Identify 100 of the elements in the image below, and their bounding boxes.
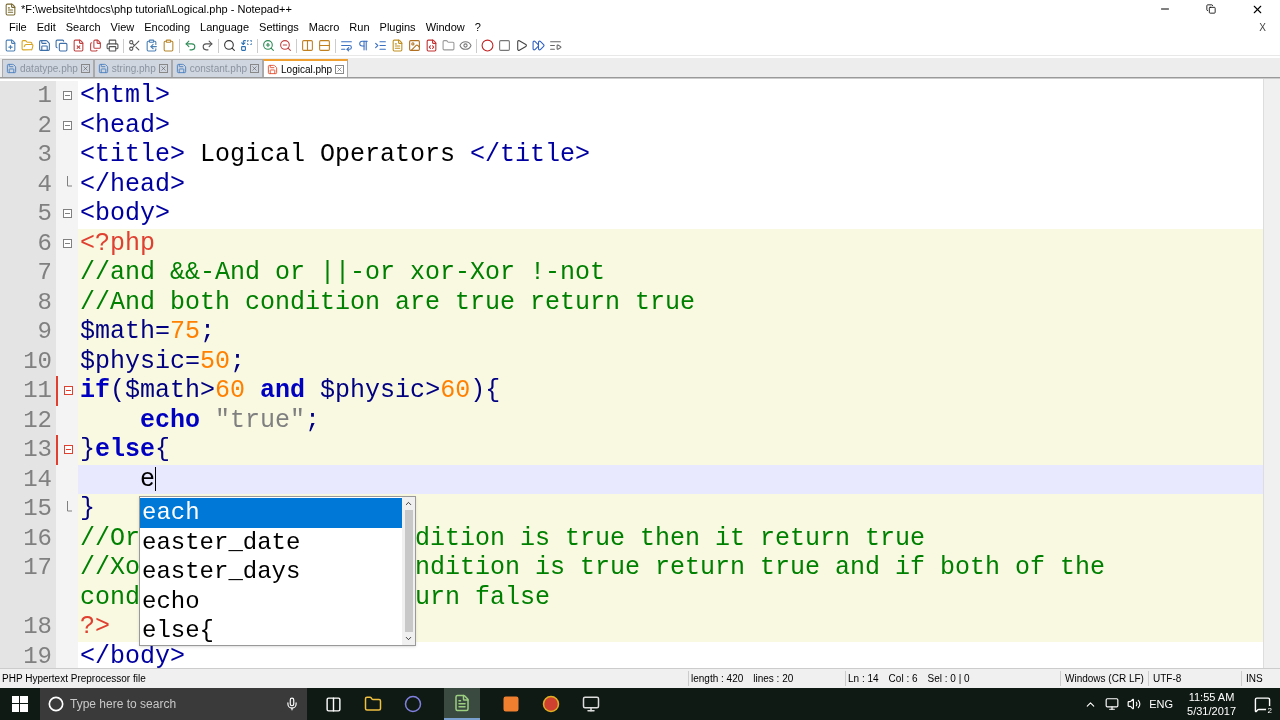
code-text: ?> (80, 612, 110, 641)
menu-item[interactable]: Plugins (374, 18, 421, 36)
line-number: 14 (0, 464, 56, 494)
line-number: 16 (0, 523, 56, 553)
code-text: ; (305, 405, 321, 435)
code-text: //Xo (80, 553, 140, 582)
code-text: urn false (415, 582, 551, 612)
code-text: 75 (170, 317, 201, 346)
menu-item[interactable]: Window (420, 18, 470, 36)
code-text: dition is true then it return true (415, 523, 926, 553)
taskbar-search-field[interactable]: Type here to search (40, 688, 307, 720)
line-number: 1 (0, 81, 56, 111)
clock-time[interactable]: 11:55 AM (1188, 690, 1235, 704)
menu-item[interactable]: View (105, 18, 140, 36)
line-number: 11 (0, 376, 56, 406)
line-number: 3 (0, 140, 56, 170)
status-encoding: UTF-8 (1148, 671, 1241, 686)
line-number: 10 (0, 346, 56, 376)
code-text: cond (80, 582, 140, 612)
language-indicator[interactable]: ENG (1149, 695, 1174, 713)
code-text: "true" (214, 405, 306, 435)
code-text: </body> (80, 641, 186, 668)
autocomplete-item[interactable]: easter_days (140, 557, 402, 587)
autocomplete-item[interactable]: easter_date (140, 527, 402, 557)
status-length: length : 420 (691, 672, 744, 686)
code-text: 50 (200, 346, 231, 376)
code-text: if (80, 376, 110, 405)
line-number: 2 (0, 110, 56, 140)
code-text: Logical Operators (199, 140, 457, 169)
code-text: //and &&-And or ||-or xor-Xor !-not (80, 258, 606, 287)
menu-item[interactable]: Encoding (139, 18, 196, 36)
tab-label: string.php (111, 62, 156, 76)
code-text: e (139, 464, 155, 494)
code-text: //And both condition are true return true (80, 287, 696, 317)
status-line-endings: Windows (CR LF) (1060, 671, 1148, 686)
autocomplete-item[interactable]: each (140, 498, 402, 528)
code-text: and (259, 376, 307, 405)
line-number: 4 (0, 169, 56, 199)
code-text: { (155, 435, 171, 464)
line-number: 17 (0, 553, 56, 583)
search-placeholder: Type here to search (70, 696, 177, 713)
code-text: <title> (80, 140, 186, 169)
code-text: </title> (470, 140, 591, 169)
code-text: <?php (80, 228, 155, 258)
code-text: ( (110, 376, 126, 405)
code-text: $math (125, 376, 201, 405)
code-text: <body> (80, 199, 170, 228)
code-text: </head> (80, 169, 186, 199)
line-number: 13 (0, 435, 56, 465)
status-mode: INS (1241, 671, 1271, 686)
code-text: echo (139, 405, 201, 435)
code-text: $physic (80, 346, 186, 376)
autocomplete-list[interactable]: each easter_date easter_days echo else{ (139, 496, 416, 646)
line-number: 6 (0, 228, 56, 258)
status-line: Ln : 14 (848, 672, 879, 686)
menu-item[interactable]: Edit (31, 18, 61, 36)
code-text: = (185, 346, 201, 376)
tab-label: datatype.php (20, 62, 78, 76)
window-title: *F:\website\htdocs\php tutorial\Logical.php - Notepad++ (21, 1, 292, 17)
menu-item[interactable]: Settings (254, 18, 304, 36)
menu-item[interactable]: Macro (303, 18, 345, 36)
code-text: > (425, 376, 441, 405)
status-column: Col : 6 (888, 671, 918, 686)
line-number: 7 (0, 258, 56, 288)
code-text: <html> (80, 81, 170, 110)
menu-item[interactable]: Run (344, 18, 375, 36)
line-number: 12 (0, 405, 56, 435)
code-text: } (80, 494, 95, 523)
menu-item[interactable]: ? (469, 18, 486, 36)
code-text: ndition is true return true and if both of the (415, 553, 1106, 583)
line-number: 5 (0, 199, 56, 229)
code-text: ; (200, 317, 216, 346)
line-number: 19 (0, 641, 56, 668)
code-text: else (95, 435, 156, 464)
code-text: = (155, 317, 171, 346)
status-selection: Sel : 0 | 0 (927, 672, 970, 686)
menu-item[interactable]: Search (60, 18, 106, 36)
menu-item[interactable]: Language (195, 18, 255, 36)
status-lines: lines : 20 (753, 672, 794, 686)
menu-item[interactable]: File (4, 18, 32, 36)
code-text: 60 (215, 376, 246, 405)
code-text: $math (80, 317, 155, 346)
code-text: $physic (320, 376, 426, 405)
line-number: 18 (0, 612, 56, 642)
autocomplete-item[interactable]: echo (140, 586, 402, 616)
line-number: 8 (0, 287, 56, 317)
line-number: 15 (0, 494, 56, 524)
status-file-type: PHP Hypertext Preprocessor file (1, 672, 147, 686)
code-text: //Or (80, 523, 140, 553)
file-tab[interactable]: Logical.php (263, 59, 349, 77)
line-number: 9 (0, 317, 56, 347)
code-text: ; (230, 346, 246, 376)
code-text: > (200, 376, 216, 405)
code-text: 60 (440, 376, 471, 405)
notification-count: 2 (1265, 706, 1274, 716)
notification-center-button[interactable]: 2 (1250, 692, 1274, 716)
close-document-button[interactable]: X (1259, 19, 1266, 35)
code-text: ){ (470, 376, 501, 405)
clock-date[interactable]: 5/31/2017 (1187, 704, 1236, 718)
code-text: <head> (80, 110, 170, 140)
